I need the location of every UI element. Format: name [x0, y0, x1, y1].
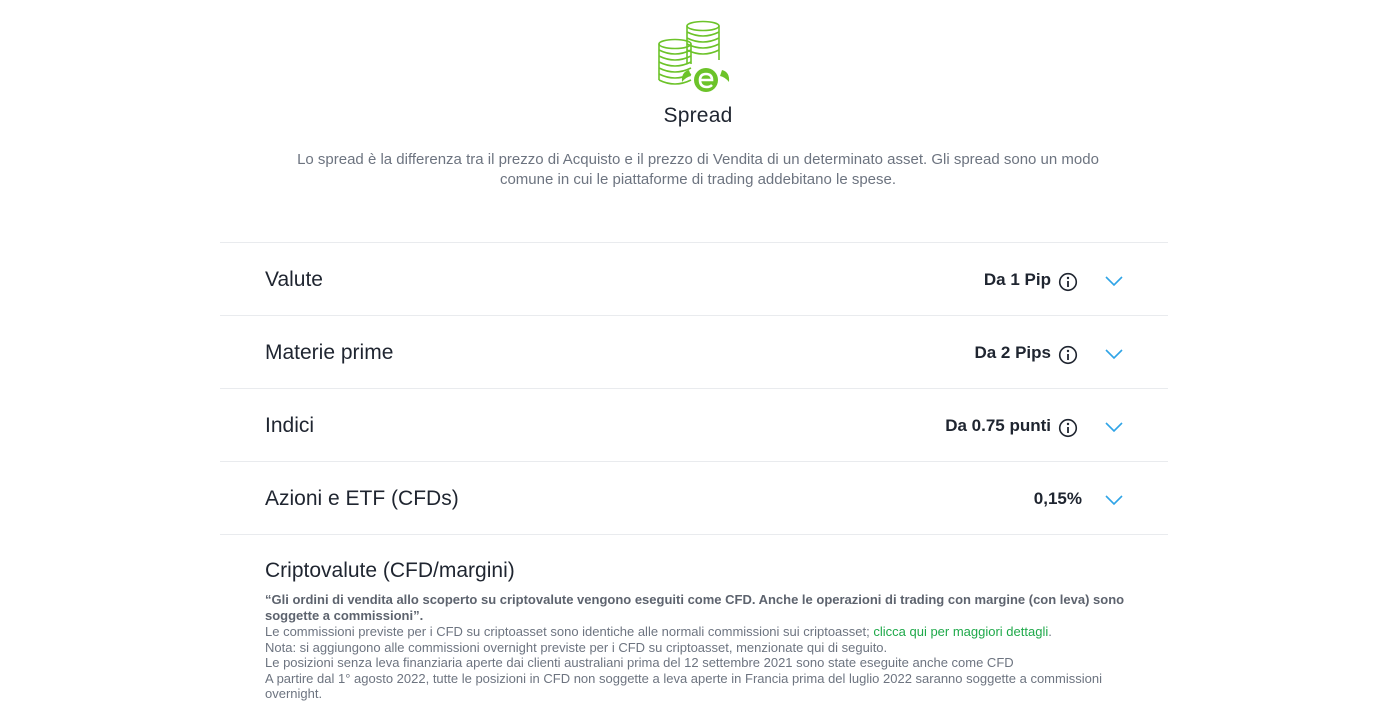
chevron-down-icon[interactable] [1105, 494, 1123, 506]
coins-etoro-icon [658, 20, 730, 92]
note-text: Le commissioni previste per i CFD su cri… [265, 624, 874, 639]
crypto-quote: “Gli ordini di vendita allo scoperto su … [265, 592, 1125, 623]
crypto-note-2: Nota: si aggiungono alle commissioni ove… [265, 639, 888, 655]
accordion-row-materie-prime[interactable]: Materie prime Da 2 Pips [220, 315, 1168, 388]
spread-page: Spread Lo spread è la differenza tra il … [0, 0, 1396, 720]
chevron-down-icon[interactable] [1105, 348, 1123, 360]
crypto-section: Criptovalute (CFD/margini) “Gli ordini d… [265, 556, 1125, 702]
accordion-row-valute[interactable]: Valute Da 1 Pip [220, 242, 1168, 315]
crypto-note-1: Le commissioni previste per i CFD su cri… [265, 624, 1125, 640]
row-value: 0,15% [1033, 489, 1082, 508]
row-value: Da 1 Pip [983, 270, 1051, 289]
accordion-row-indici[interactable]: Indici Da 0.75 punti [220, 388, 1168, 461]
intro-text: Lo spread è la differenza tra il prezzo … [297, 151, 1099, 188]
crypto-note-3: Le posizioni senza leva finanziaria aper… [265, 655, 1014, 671]
info-icon[interactable] [1058, 272, 1078, 292]
row-label: Materie prime [265, 341, 394, 364]
row-label: Azioni e ETF (CFDs) [265, 487, 459, 510]
row-value: Da 0.75 punti [945, 416, 1051, 435]
info-icon[interactable] [1058, 345, 1078, 365]
crypto-note-4: A partire dal 1° agosto 2022, tutte le p… [265, 670, 1102, 702]
note-end: . [1048, 624, 1052, 639]
row-value: Da 2 Pips [974, 343, 1051, 362]
row-label: Indici [265, 414, 315, 437]
spread-list: Valute Da 1 Pip Materie prime Da 2 Pips [220, 242, 1168, 535]
chevron-down-icon[interactable] [1105, 275, 1123, 287]
accordion-row-azioni-etf[interactable]: Azioni e ETF (CFDs) 0,15% [220, 461, 1168, 535]
page-title: Spread [663, 104, 733, 127]
chevron-down-icon[interactable] [1105, 421, 1123, 433]
row-label: Valute [265, 268, 323, 291]
info-icon[interactable] [1058, 418, 1078, 438]
section-title: Criptovalute (CFD/margini) [265, 559, 515, 582]
details-link[interactable]: clicca qui per maggiori dettagli [873, 624, 1048, 639]
